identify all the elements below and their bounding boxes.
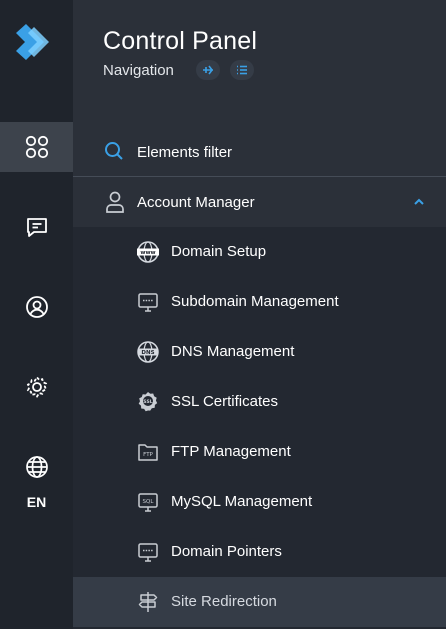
www-globe-icon: www [137, 241, 159, 263]
search-icon [105, 142, 123, 160]
chevron-up-icon[interactable] [413, 197, 425, 207]
dns-globe-icon: DNS [137, 341, 159, 363]
language-code[interactable]: EN [0, 494, 73, 510]
menu-item-label: SSL Certificates [171, 393, 278, 410]
svg-text:SSL: SSL [143, 399, 152, 405]
menu-item-label: FTP Management [171, 443, 291, 460]
menu-item-label: Domain Setup [171, 243, 267, 260]
monitor-icon [138, 293, 158, 312]
svg-text:SQL: SQL [143, 499, 155, 505]
navigation-panel: Control Panel Navigation Elements filter… [73, 0, 446, 629]
logo-icon[interactable] [14, 24, 50, 60]
chat-icon [26, 218, 47, 237]
elements-filter[interactable]: Elements filter [73, 128, 446, 174]
apps-grid-icon [25, 135, 48, 159]
page-subtitle: Navigation [103, 62, 174, 79]
menu-item-label: Subdomain Management [171, 293, 339, 310]
list-icon [237, 65, 247, 75]
rail-settings-button[interactable] [0, 362, 73, 412]
menu-item-domain-setup[interactable]: www Domain Setup [73, 227, 446, 277]
signpost-icon [138, 592, 158, 612]
ftp-folder-icon: FTP [138, 444, 158, 461]
icon-rail: EN [0, 0, 73, 629]
menu-item-domain-pointers[interactable]: Domain Pointers [73, 527, 446, 577]
ssl-badge-icon: SSL [138, 392, 158, 412]
svg-text:FTP: FTP [143, 452, 153, 458]
pin-button[interactable] [196, 60, 220, 80]
account-manager-submenu: www Domain Setup Subdomain Management DN… [73, 227, 446, 629]
globe-icon [25, 456, 48, 478]
svg-text:www: www [140, 250, 155, 256]
group-label: Account Manager [137, 194, 255, 211]
menu-item-subdomain-management[interactable]: Subdomain Management [73, 277, 446, 327]
menu-item-label: Domain Pointers [171, 543, 282, 560]
page-title: Control Panel [103, 27, 258, 55]
rail-chat-button[interactable] [0, 202, 73, 252]
settings-gear-icon [26, 376, 47, 398]
list-view-button[interactable] [230, 60, 254, 80]
menu-item-ftp-management[interactable]: FTP FTP Management [73, 427, 446, 477]
menu-item-site-redirection[interactable]: Site Redirection [73, 577, 446, 627]
menu-item-label: Site Redirection [171, 593, 277, 610]
rail-language-button[interactable] [0, 442, 73, 492]
menu-item-dns-management[interactable]: DNS DNS Management [73, 327, 446, 377]
user-icon [106, 191, 124, 213]
menu-item-label: DNS Management [171, 343, 295, 360]
svg-text:DNS: DNS [141, 350, 154, 356]
sql-monitor-icon: SQL [138, 493, 158, 512]
menu-item-mysql-management[interactable]: SQL MySQL Management [73, 477, 446, 527]
elements-filter-label: Elements filter [137, 144, 233, 161]
monitor-icon [138, 543, 158, 562]
group-account-manager[interactable]: Account Manager [73, 177, 446, 227]
menu-item-ssl-certificates[interactable]: SSL SSL Certificates [73, 377, 446, 427]
pin-icon [203, 65, 213, 75]
rail-profile-button[interactable] [0, 282, 73, 332]
menu-item-label: MySQL Management [171, 493, 313, 510]
user-circle-icon [25, 296, 48, 318]
rail-apps-button[interactable] [0, 122, 73, 172]
